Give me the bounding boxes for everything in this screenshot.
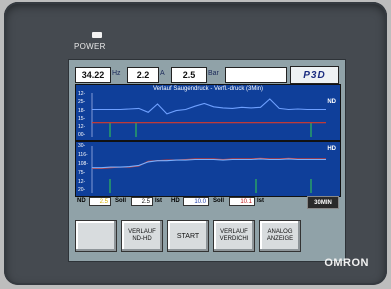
- chart-hd-ytick: 116-: [78, 152, 88, 158]
- chart-nd-title: Verlauf Saugendruck - Verfl.-druck (3Min…: [152, 86, 264, 92]
- omron-brand-logo: OMRON: [324, 257, 369, 269]
- analog-anzeige-button[interactable]: ANALOG ANZEIGE: [259, 220, 301, 252]
- analog-anzeige-line1: ANALOG: [267, 229, 293, 235]
- chart-hd: HD 30- 116- 108- 75- 12- 20-: [75, 141, 341, 197]
- blank-button[interactable]: [75, 220, 117, 252]
- pressure-value: 2.5: [171, 67, 207, 83]
- pressure-unit: Bar: [208, 70, 219, 77]
- speed-unit: Hz: [112, 70, 121, 77]
- chart-nd: Verlauf Saugendruck - Verfl.-druck (3Min…: [75, 84, 341, 141]
- chart-hd-ytick: 20-: [78, 187, 86, 193]
- p3d-logo: P3D: [290, 66, 339, 84]
- chart-plot-area: [91, 146, 326, 193]
- chart-hd-ytick: 75-: [78, 170, 86, 176]
- nd-ist-label: Ist: [155, 198, 163, 204]
- readout-bar: 34.22 Hz 2.2 A 2.5 Bar P3D: [75, 66, 339, 84]
- start-button-label: START: [176, 232, 200, 240]
- chart-hd-tag: HD: [327, 146, 336, 152]
- hd-soll-value: 10.1: [229, 197, 255, 206]
- chart-hd-ytick: 12-: [78, 179, 86, 185]
- series-line-ist: [92, 98, 326, 115]
- nd-soll-value: 2.5: [131, 197, 153, 206]
- chart-nd-ytick: 00-: [78, 132, 86, 138]
- nd-ist-value: 2.5: [89, 197, 111, 206]
- touch-screen: 34.22 Hz 2.2 A 2.5 Bar P3D Verlauf Sauge…: [68, 59, 346, 262]
- verlauf-verdi-line1: VERLAUF: [220, 229, 248, 235]
- softkey-row: VERLAUF ND-HD START VERLAUF VERDICHI ANA…: [75, 220, 339, 254]
- verlauf-nd-hd-line2: ND-HD: [132, 236, 152, 242]
- hd-ist-label: Ist: [257, 198, 265, 204]
- chart-nd-ytick: 25-: [78, 99, 86, 105]
- verlauf-verdi-line2: VERDICHI: [219, 236, 249, 242]
- chart-nd-ytick: 15-: [78, 116, 86, 122]
- series-line-soll: [92, 158, 326, 169]
- nd-soll-label: Soll: [115, 198, 127, 204]
- verlauf-nd-hd-button[interactable]: VERLAUF ND-HD: [121, 220, 163, 252]
- hd-soll-label: Soll: [213, 198, 225, 204]
- current-unit: A: [160, 70, 165, 77]
- time-window-button[interactable]: 30MIN: [307, 196, 339, 209]
- chart-nd-ytick: 12-: [78, 91, 86, 97]
- verlauf-verdi-button[interactable]: VERLAUF VERDICHI: [213, 220, 255, 252]
- start-button[interactable]: START: [167, 220, 209, 252]
- chart-nd-ytick: 12-: [78, 124, 86, 130]
- readout-empty-field: [225, 67, 287, 83]
- chart-plot-area: [91, 93, 326, 137]
- analog-anzeige-line2: ANZEIGE: [266, 236, 294, 242]
- hd-ist-value: 10.0: [183, 197, 209, 206]
- chart-hd-ytick: 108-: [78, 161, 89, 167]
- nd-label: ND: [77, 198, 86, 204]
- current-value: 2.2: [127, 67, 159, 83]
- verlauf-nd-hd-line1: VERLAUF: [128, 229, 156, 235]
- chart-nd-tag: ND: [327, 99, 336, 105]
- chart-nd-ytick: 18-: [78, 108, 86, 114]
- hd-label: HD: [171, 198, 180, 204]
- chart-hd-ytick: 30-: [78, 143, 86, 149]
- power-led-icon: [92, 32, 102, 38]
- hmi-bezel: POWER 34.22 Hz 2.2 A 2.5 Bar P3D Verlauf…: [4, 2, 387, 285]
- speed-value: 34.22: [75, 67, 111, 83]
- power-label: POWER: [74, 42, 106, 51]
- values-row: ND 2.5 Soll 2.5 Ist HD 10.0 Soll 10.1 Is…: [75, 196, 339, 209]
